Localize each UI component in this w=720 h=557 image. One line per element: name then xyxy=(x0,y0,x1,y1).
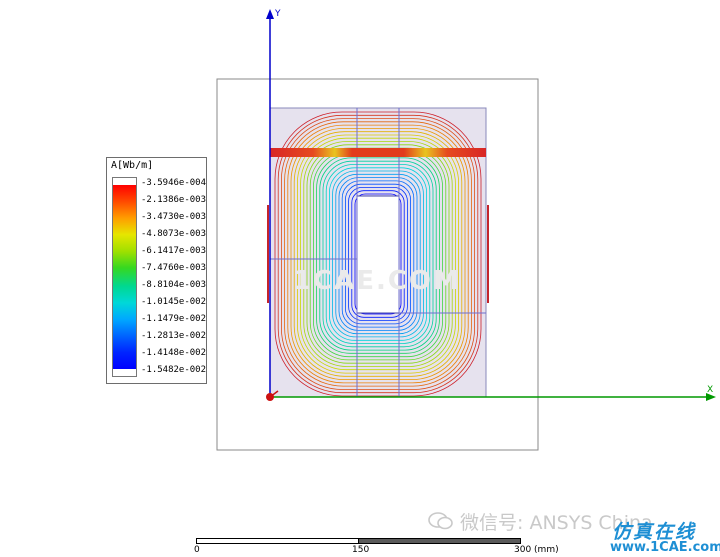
scale-bar-segment xyxy=(196,538,359,544)
legend-value-label: -3.5946e-004 xyxy=(141,178,207,188)
legend-value-label: -8.8104e-003 xyxy=(141,280,207,290)
legend-value-label: -3.4730e-003 xyxy=(141,212,207,222)
legend-value-label: -1.4148e-002 xyxy=(141,348,207,358)
x-axis-label: X xyxy=(707,385,713,395)
wechat-icon xyxy=(428,512,453,530)
legend-value-label: -1.0145e-002 xyxy=(141,297,207,307)
legend-value-label: -2.1386e-003 xyxy=(141,195,207,205)
legend-value-label: -1.2813e-002 xyxy=(141,331,207,341)
scale-label-300: 300 (mm) xyxy=(514,545,559,555)
scale-label-150: 150 xyxy=(352,545,370,555)
legend-title: A[Wb/m] xyxy=(111,160,154,171)
flux-concentration-band xyxy=(270,148,486,157)
legend-value-label: -4.8073e-003 xyxy=(141,229,207,239)
scale-label-0: 0 xyxy=(194,545,200,555)
y-axis-arrow-icon xyxy=(266,9,274,19)
legend-value-label: -6.1417e-003 xyxy=(141,246,207,256)
legend-value-label: -1.5482e-002 xyxy=(141,365,207,375)
center-watermark: 1CAE.COM xyxy=(293,266,461,296)
site-url: www.1CAE.com xyxy=(610,540,720,555)
legend-value-label: -7.4760e-003 xyxy=(141,263,207,273)
y-axis-label: Y xyxy=(274,9,281,19)
legend-color-bar xyxy=(112,177,137,377)
scale-bar-segment xyxy=(358,538,521,544)
legend-value-label: -1.1479e-002 xyxy=(141,314,207,324)
contour-legend[interactable]: A[Wb/m] -3.5946e-004 -2.1386e-003 -3.473… xyxy=(106,157,207,384)
